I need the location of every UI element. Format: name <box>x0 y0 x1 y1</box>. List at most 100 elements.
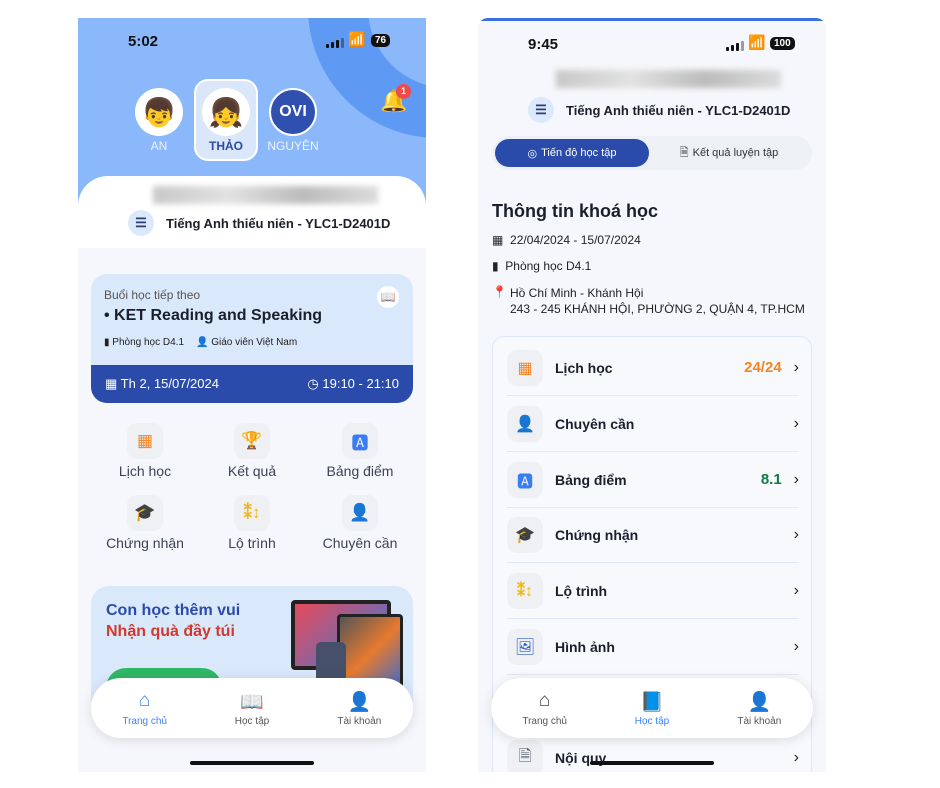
report-icon: 🅰 <box>507 461 543 498</box>
wifi-icon: 📶 <box>348 31 366 47</box>
row-label: Bảng điểm <box>555 471 627 488</box>
profile-name[interactable]: AN <box>135 139 183 153</box>
grid-item-bang-diem[interactable]: Bảng điểm <box>305 463 415 479</box>
book-icon: 📖 <box>377 286 399 308</box>
roadmap-icon: ⁑↕ <box>507 572 543 609</box>
row-label: Lộ trình <box>555 582 608 599</box>
teacher-text: Giáo viên Việt Nam <box>211 337 298 348</box>
nav-study[interactable]: 📘 Học tập <box>607 690 697 727</box>
course-name: Tiếng Anh thiếu niên - YLC1-D2401D <box>566 102 791 118</box>
trophy-icon[interactable]: 🏆 <box>234 423 270 459</box>
student-name-blurred <box>153 186 378 204</box>
list-item-bang-diem[interactable]: 🅰 Bảng điểm 8.1 › <box>507 452 799 508</box>
nav-label: Tài khoản <box>737 715 782 727</box>
dates-text: 22/04/2024 - 15/07/2024 <box>510 233 641 247</box>
list-icon: ☰ <box>528 97 554 123</box>
nav-label: Học tập <box>234 715 270 727</box>
battery-indicator: 100 <box>770 37 795 50</box>
course-room: ▮ Phòng học D4.1 <box>492 259 592 273</box>
list-item-chung-nhan[interactable]: 🎓 Chứng nhận › <box>507 507 799 563</box>
book-open-icon: 📘 <box>640 691 664 713</box>
home-indicator <box>190 761 314 765</box>
grid-item-lo-trinh[interactable]: Lộ trình <box>197 535 307 551</box>
time-text: 19:10 - 21:10 <box>322 376 399 391</box>
home-indicator <box>590 761 714 765</box>
home-icon: ⌂ <box>538 689 551 711</box>
list-item-lo-trinh[interactable]: ⁑↕ Lộ trình › <box>507 563 799 619</box>
calendar-icon[interactable]: ▦ <box>127 423 163 459</box>
nav-account[interactable]: 👤 Tài khoản <box>314 690 404 727</box>
row-label: Chứng nhận <box>555 526 639 543</box>
battery-indicator: 76 <box>371 34 391 47</box>
student-name-blurred <box>556 70 781 88</box>
profile-name[interactable]: THẢO <box>200 139 252 153</box>
user-icon: 👤 <box>347 691 372 713</box>
profile-name[interactable]: NGUYÊN <box>262 139 324 153</box>
graduation-cap-icon: 🎓 <box>507 516 543 553</box>
row-label: Lịch học <box>555 359 613 376</box>
profile-avatar-an[interactable]: 👦 <box>135 88 183 136</box>
row-value: 8.1 <box>760 471 782 488</box>
course-dates: ▦ 22/04/2024 - 15/07/2024 <box>492 233 641 247</box>
home-screen: 5:02 📶 76 👦 AN 👧 THẢO OVI NGUYÊN 🔔 1 ☰ Ti… <box>78 18 426 772</box>
graduation-cap-icon[interactable]: 🎓 <box>127 495 163 531</box>
lesson-time: ◷ 19:10 - 21:10 <box>307 376 399 391</box>
tab-progress[interactable]: ◎ Tiến độ học tập <box>495 139 649 167</box>
nav-label: Trang chủ <box>522 715 567 727</box>
list-item-hinh-anh[interactable]: 🖼 Hình ảnh › <box>507 619 799 675</box>
lesson-title: • KET Reading and Speaking <box>104 307 323 324</box>
profile-avatar-thao[interactable]: 👧 <box>202 88 250 136</box>
date-text: Th 2, 15/07/2024 <box>120 376 219 391</box>
nav-account[interactable]: 👤 Tài khoản <box>714 690 804 727</box>
promo-line-1: Con học thêm vui <box>106 602 241 619</box>
tab-label: Tiến độ học tập <box>541 147 617 159</box>
attendance-icon: 👤 <box>507 405 543 442</box>
list-item-chuyen-can[interactable]: 👤 Chuyên cần › <box>507 396 799 452</box>
list-item-lich-hoc[interactable]: ▦ Lịch học 24/24 › <box>507 340 799 396</box>
document-icon: 🗎 <box>507 740 543 772</box>
nav-label: Tài khoản <box>337 715 382 727</box>
row-value: 24/24 <box>744 359 782 376</box>
attendance-icon[interactable]: 👤 <box>342 495 378 531</box>
row-label: Chuyên cần <box>555 415 635 432</box>
grid-item-chuyen-can[interactable]: Chuyên cần <box>305 535 415 551</box>
promo-line-2: Nhận quà đầy túi <box>106 623 235 640</box>
chevron-right-icon: › <box>793 358 799 376</box>
row-label: Hình ảnh <box>555 638 615 655</box>
lesson-schedule-bar: ▦ Th 2, 15/07/2024 ◷ 19:10 - 21:10 <box>91 365 413 403</box>
chevron-right-icon: › <box>793 470 799 488</box>
room-text: Phòng học D4.1 <box>505 259 592 273</box>
tab-practice-results[interactable]: 🗎 Kết quả luyện tập <box>652 139 806 167</box>
signal-icon <box>326 37 344 48</box>
home-icon: ⌂ <box>138 689 151 711</box>
course-name: Tiếng Anh thiếu niên - YLC1-D2401D <box>166 215 391 231</box>
location-icon: 📍 <box>492 285 507 299</box>
progress-icon: ◎ <box>527 147 538 160</box>
next-lesson-card[interactable]: Buổi học tiếp theo • KET Reading and Spe… <box>91 274 413 403</box>
chevron-right-icon: › <box>793 581 799 599</box>
lesson-date: ▦ Th 2, 15/07/2024 <box>105 376 219 391</box>
chevron-right-icon: › <box>793 637 799 655</box>
profile-avatar-nguyen[interactable]: OVI <box>269 88 317 136</box>
course-selector[interactable]: ☰ Tiếng Anh thiếu niên - YLC1-D2401D <box>128 210 390 236</box>
nav-home[interactable]: ⌂ Trang chủ <box>100 690 190 727</box>
wifi-icon: 📶 <box>748 34 766 50</box>
nav-home[interactable]: ⌂ Trang chủ <box>500 690 590 727</box>
report-icon[interactable]: 🅰 <box>342 423 378 459</box>
nav-label: Trang chủ <box>122 715 167 727</box>
grid-item-chung-nhan[interactable]: Chứng nhận <box>90 535 200 551</box>
chevron-right-icon: › <box>793 414 799 432</box>
user-icon: 👤 <box>747 691 772 713</box>
nav-study[interactable]: 📖 Học tập <box>207 690 297 727</box>
roadmap-icon[interactable]: ⁑↕ <box>234 495 270 531</box>
nav-label: Học tập <box>634 715 670 727</box>
list-icon: ☰ <box>128 210 154 236</box>
document-icon: 🗎 <box>679 146 689 159</box>
course-selector[interactable]: ☰ Tiếng Anh thiếu niên - YLC1-D2401D <box>528 97 790 123</box>
next-lesson-label: Buổi học tiếp theo <box>104 288 201 302</box>
chevron-right-icon: › <box>793 749 799 766</box>
section-title: Thông tin khoá học <box>492 201 658 221</box>
grid-item-ket-qua[interactable]: Kết quả <box>197 463 307 479</box>
status-time: 9:45 <box>528 36 559 53</box>
grid-item-lich-hoc[interactable]: Lịch học <box>90 463 200 479</box>
